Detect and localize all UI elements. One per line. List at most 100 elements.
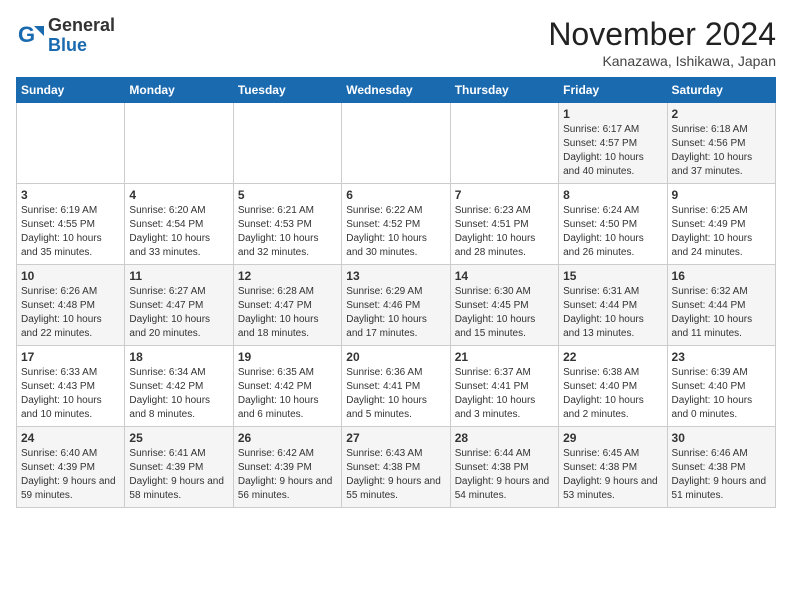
day-number: 26 <box>238 431 337 445</box>
day-info: Sunrise: 6:43 AM Sunset: 4:38 PM Dayligh… <box>346 447 445 503</box>
calendar-header-cell: Saturday <box>667 78 775 103</box>
day-info: Sunrise: 6:46 AM Sunset: 4:38 PM Dayligh… <box>672 447 771 503</box>
calendar-header-cell: Friday <box>559 78 667 103</box>
day-info: Sunrise: 6:33 AM Sunset: 4:43 PM Dayligh… <box>21 366 120 422</box>
day-number: 9 <box>672 188 771 202</box>
calendar-header-cell: Monday <box>125 78 233 103</box>
calendar-day-cell: 29 Sunrise: 6:45 AM Sunset: 4:38 PM Dayli… <box>559 427 667 508</box>
day-number: 10 <box>21 269 120 283</box>
day-number: 23 <box>672 350 771 364</box>
calendar-day-cell: 24 Sunrise: 6:40 AM Sunset: 4:39 PM Dayli… <box>17 427 125 508</box>
day-number: 8 <box>563 188 662 202</box>
day-info: Sunrise: 6:28 AM Sunset: 4:47 PM Dayligh… <box>238 285 337 341</box>
day-number: 20 <box>346 350 445 364</box>
title-block: November 2024 Kanazawa, Ishikawa, Japan <box>548 16 776 69</box>
calendar-day-cell: 9Sunrise: 6:25 AM Sunset: 4:49 PM Daylig… <box>667 184 775 265</box>
calendar-day-cell: 26 Sunrise: 6:42 AM Sunset: 4:39 PM Dayli… <box>233 427 341 508</box>
day-info: Sunrise: 6:27 AM Sunset: 4:47 PM Dayligh… <box>129 285 228 341</box>
day-number: 28 <box>455 431 554 445</box>
day-number: 29 <box>563 431 662 445</box>
day-info: Sunrise: 6:18 AM Sunset: 4:56 PM Dayligh… <box>672 123 771 179</box>
day-info: Sunrise: 6:30 AM Sunset: 4:45 PM Dayligh… <box>455 285 554 341</box>
calendar-day-cell: 21 Sunrise: 6:37 AM Sunset: 4:41 PM Dayli… <box>450 346 558 427</box>
calendar-day-cell <box>125 103 233 184</box>
calendar-header-cell: Tuesday <box>233 78 341 103</box>
calendar-day-cell: 11 Sunrise: 6:27 AM Sunset: 4:47 PM Dayli… <box>125 265 233 346</box>
calendar-week-row: 24 Sunrise: 6:40 AM Sunset: 4:39 PM Dayli… <box>17 427 776 508</box>
day-info: Sunrise: 6:45 AM Sunset: 4:38 PM Dayligh… <box>563 447 662 503</box>
day-info: Sunrise: 6:20 AM Sunset: 4:54 PM Dayligh… <box>129 204 228 260</box>
calendar-day-cell: 10 Sunrise: 6:26 AM Sunset: 4:48 PM Dayli… <box>17 265 125 346</box>
day-number: 27 <box>346 431 445 445</box>
day-number: 18 <box>129 350 228 364</box>
day-info: Sunrise: 6:23 AM Sunset: 4:51 PM Dayligh… <box>455 204 554 260</box>
day-info: Sunrise: 6:40 AM Sunset: 4:39 PM Dayligh… <box>21 447 120 503</box>
svg-text:G: G <box>18 22 35 47</box>
calendar-day-cell: 28 Sunrise: 6:44 AM Sunset: 4:38 PM Dayli… <box>450 427 558 508</box>
day-info: Sunrise: 6:44 AM Sunset: 4:38 PM Dayligh… <box>455 447 554 503</box>
day-number: 16 <box>672 269 771 283</box>
calendar-day-cell: 19Sunrise: 6:35 AM Sunset: 4:42 PM Dayli… <box>233 346 341 427</box>
calendar-day-cell: 5Sunrise: 6:21 AM Sunset: 4:53 PM Daylig… <box>233 184 341 265</box>
day-info: Sunrise: 6:42 AM Sunset: 4:39 PM Dayligh… <box>238 447 337 503</box>
calendar-week-row: 17Sunrise: 6:33 AM Sunset: 4:43 PM Dayli… <box>17 346 776 427</box>
calendar-day-cell: 16Sunrise: 6:32 AM Sunset: 4:44 PM Dayli… <box>667 265 775 346</box>
day-number: 21 <box>455 350 554 364</box>
calendar-day-cell: 13Sunrise: 6:29 AM Sunset: 4:46 PM Dayli… <box>342 265 450 346</box>
calendar-header-cell: Thursday <box>450 78 558 103</box>
day-number: 6 <box>346 188 445 202</box>
calendar-day-cell: 22 Sunrise: 6:38 AM Sunset: 4:40 PM Dayli… <box>559 346 667 427</box>
location: Kanazawa, Ishikawa, Japan <box>548 53 776 69</box>
day-info: Sunrise: 6:29 AM Sunset: 4:46 PM Dayligh… <box>346 285 445 341</box>
calendar-day-cell: 12 Sunrise: 6:28 AM Sunset: 4:47 PM Dayli… <box>233 265 341 346</box>
logo-text: General Blue <box>48 16 115 56</box>
day-number: 2 <box>672 107 771 121</box>
calendar-table: SundayMondayTuesdayWednesdayThursdayFrid… <box>16 77 776 508</box>
calendar-day-cell: 8 Sunrise: 6:24 AM Sunset: 4:50 PM Daylig… <box>559 184 667 265</box>
day-info: Sunrise: 6:34 AM Sunset: 4:42 PM Dayligh… <box>129 366 228 422</box>
day-info: Sunrise: 6:26 AM Sunset: 4:48 PM Dayligh… <box>21 285 120 341</box>
day-info: Sunrise: 6:21 AM Sunset: 4:53 PM Dayligh… <box>238 204 337 260</box>
calendar-header-row: SundayMondayTuesdayWednesdayThursdayFrid… <box>17 78 776 103</box>
day-info: Sunrise: 6:37 AM Sunset: 4:41 PM Dayligh… <box>455 366 554 422</box>
day-info: Sunrise: 6:35 AM Sunset: 4:42 PM Dayligh… <box>238 366 337 422</box>
calendar-day-cell: 27 Sunrise: 6:43 AM Sunset: 4:38 PM Dayli… <box>342 427 450 508</box>
calendar-day-cell: 20 Sunrise: 6:36 AM Sunset: 4:41 PM Dayli… <box>342 346 450 427</box>
day-info: Sunrise: 6:38 AM Sunset: 4:40 PM Dayligh… <box>563 366 662 422</box>
calendar-day-cell: 14Sunrise: 6:30 AM Sunset: 4:45 PM Dayli… <box>450 265 558 346</box>
calendar-header-cell: Sunday <box>17 78 125 103</box>
calendar-body: 1 Sunrise: 6:17 AM Sunset: 4:57 PM Daylig… <box>17 103 776 508</box>
calendar-day-cell: 3Sunrise: 6:19 AM Sunset: 4:55 PM Daylig… <box>17 184 125 265</box>
day-info: Sunrise: 6:17 AM Sunset: 4:57 PM Dayligh… <box>563 123 662 179</box>
day-number: 4 <box>129 188 228 202</box>
day-info: Sunrise: 6:36 AM Sunset: 4:41 PM Dayligh… <box>346 366 445 422</box>
calendar-week-row: 1 Sunrise: 6:17 AM Sunset: 4:57 PM Daylig… <box>17 103 776 184</box>
calendar-week-row: 10 Sunrise: 6:26 AM Sunset: 4:48 PM Dayli… <box>17 265 776 346</box>
calendar-day-cell: 4 Sunrise: 6:20 AM Sunset: 4:54 PM Daylig… <box>125 184 233 265</box>
day-number: 22 <box>563 350 662 364</box>
calendar-header-cell: Wednesday <box>342 78 450 103</box>
day-number: 1 <box>563 107 662 121</box>
calendar-day-cell: 2 Sunrise: 6:18 AM Sunset: 4:56 PM Daylig… <box>667 103 775 184</box>
day-number: 11 <box>129 269 228 283</box>
calendar-day-cell: 30Sunrise: 6:46 AM Sunset: 4:38 PM Dayli… <box>667 427 775 508</box>
day-info: Sunrise: 6:41 AM Sunset: 4:39 PM Dayligh… <box>129 447 228 503</box>
day-number: 7 <box>455 188 554 202</box>
month-title: November 2024 <box>548 16 776 53</box>
logo-icon: G <box>16 22 44 50</box>
day-info: Sunrise: 6:31 AM Sunset: 4:44 PM Dayligh… <box>563 285 662 341</box>
calendar-day-cell: 18 Sunrise: 6:34 AM Sunset: 4:42 PM Dayli… <box>125 346 233 427</box>
logo-line2: Blue <box>48 36 115 56</box>
calendar-day-cell: 7 Sunrise: 6:23 AM Sunset: 4:51 PM Daylig… <box>450 184 558 265</box>
calendar-day-cell: 1 Sunrise: 6:17 AM Sunset: 4:57 PM Daylig… <box>559 103 667 184</box>
day-number: 25 <box>129 431 228 445</box>
day-info: Sunrise: 6:24 AM Sunset: 4:50 PM Dayligh… <box>563 204 662 260</box>
day-number: 12 <box>238 269 337 283</box>
logo: G General Blue <box>16 16 115 56</box>
calendar-day-cell: 23 Sunrise: 6:39 AM Sunset: 4:40 PM Dayli… <box>667 346 775 427</box>
calendar-week-row: 3Sunrise: 6:19 AM Sunset: 4:55 PM Daylig… <box>17 184 776 265</box>
day-info: Sunrise: 6:39 AM Sunset: 4:40 PM Dayligh… <box>672 366 771 422</box>
day-number: 24 <box>21 431 120 445</box>
calendar-day-cell: 25 Sunrise: 6:41 AM Sunset: 4:39 PM Dayli… <box>125 427 233 508</box>
calendar-day-cell <box>450 103 558 184</box>
